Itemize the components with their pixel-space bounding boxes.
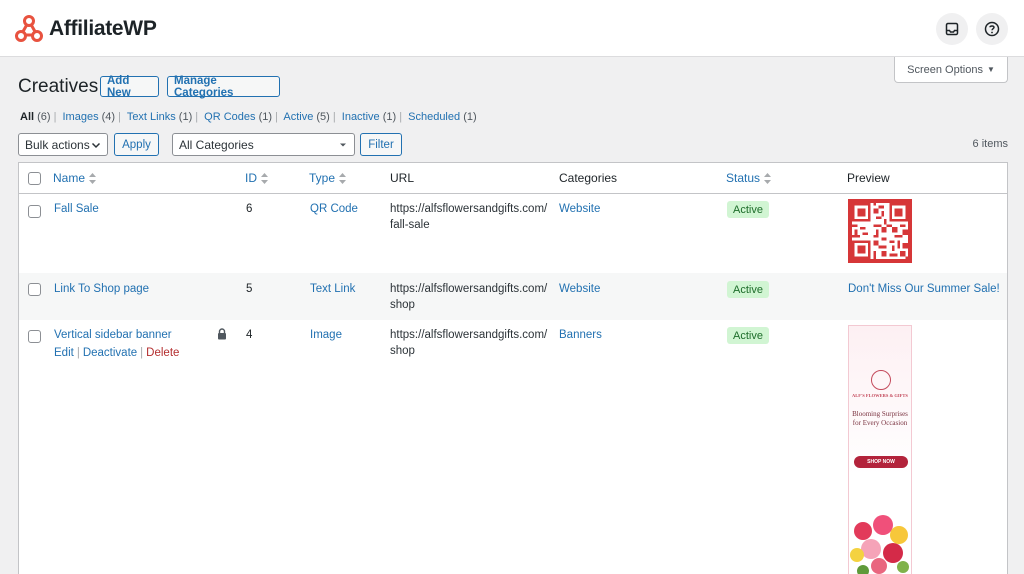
creative-name-link[interactable]: Fall Sale [54,201,99,217]
apply-button[interactable]: Apply [114,133,159,156]
qr-code-preview[interactable] [848,199,912,263]
creative-type-link[interactable]: Text Link [310,281,355,297]
status-badge: Active [727,281,769,298]
brand-name: AffiliateWP [49,17,157,40]
filter-scheduled[interactable]: Scheduled [408,111,460,123]
brand-logo[interactable]: AffiliateWP [15,14,157,44]
filter-text-links-count: (1) [178,111,193,123]
filter-active-count: (5) [316,111,330,123]
qr-code-icon [852,203,908,259]
creative-category-link[interactable]: Banners [559,327,602,343]
column-preview-header: Preview [847,171,890,185]
status-badge: Active [727,201,769,218]
column-name-header[interactable]: Name [53,171,97,185]
bulk-actions-value: Bulk actions [25,137,90,152]
filter-all-count: (6) [37,111,51,123]
banner-brand: ALF'S FLOWERS & GIFTS [852,393,908,398]
filter-button[interactable]: Filter [360,133,402,156]
sort-icon [764,172,772,184]
banner-shop-now: SHOP NOW [854,456,908,468]
row-actions: Edit | Deactivate | Delete [54,347,180,359]
bulk-actions-select[interactable]: Bulk actions [18,133,108,156]
row-checkbox[interactable] [28,330,41,343]
help-button[interactable] [976,13,1008,45]
filter-qr-codes[interactable]: QR Codes [204,111,255,123]
flower-seal-icon [871,370,891,390]
filter-images-count: (4) [101,111,116,123]
filter-inactive-count: (1) [382,111,397,123]
column-type-header[interactable]: Type [309,171,347,185]
delete-link[interactable]: Delete [146,347,179,359]
lock-icon [218,328,226,340]
categories-value: All Categories [179,137,254,152]
chevron-down-icon [340,143,346,147]
creative-type-link[interactable]: Image [310,327,342,343]
help-icon [984,21,1000,37]
column-status-label: Status [726,171,761,185]
creative-category-link[interactable]: Website [559,201,600,217]
creative-url: https://alfsflowersandgifts.com/fall-sal… [390,203,548,231]
inbox-button[interactable] [936,13,968,45]
filter-text-links[interactable]: Text Links [127,111,176,123]
column-name-label: Name [53,171,86,185]
manage-categories-button[interactable]: Manage Categories [167,75,280,99]
creative-id: 5 [246,283,253,295]
add-new-button[interactable]: Add New [100,75,159,99]
column-type-label: Type [309,171,336,185]
table-header: Name ID Type URL Categories Status Previ… [19,163,1007,194]
sort-icon [261,172,268,184]
table-row: Fall Sale 6 QR Code https://alfsflowersa… [19,195,1007,273]
banner-tagline: Blooming Surprises for Every Occasion [852,410,908,427]
column-url-header: URL [390,171,415,185]
categories-select[interactable]: All Categories [172,133,355,156]
filter-images[interactable]: Images [63,111,99,123]
column-status-header[interactable]: Status [726,171,772,185]
row-checkbox[interactable] [28,205,41,218]
creatives-table: Name ID Type URL Categories Status Previ… [18,162,1008,574]
table-row: Vertical sidebar banner Edit | Deactivate |… [19,320,1007,574]
inbox-icon [945,22,959,36]
creative-name-link[interactable]: Link To Shop page [54,281,149,297]
select-all-checkbox[interactable] [28,172,41,185]
creative-name-link[interactable]: Vertical sidebar banner [54,327,172,343]
filter-all[interactable]: All [20,111,34,123]
filter-scheduled-count: (1) [463,111,477,123]
column-id-header[interactable]: ID [245,171,268,185]
sort-icon [339,172,347,184]
column-categories-header: Categories [559,171,618,185]
filter-qr-codes-count: (1) [258,111,273,123]
column-id-label: ID [245,171,257,185]
banner-image-preview[interactable]: ALF'S FLOWERS & GIFTS Blooming Surprises… [848,325,912,574]
creative-url: https://alfsflowersandgifts.com/shop [390,329,548,357]
status-filter-links: All (6) | Images (4) | Text Links (1) | QR … [20,111,477,123]
filter-active[interactable]: Active [283,111,313,123]
creative-id: 6 [246,203,253,215]
text-link-preview[interactable]: Don't Miss Our Summer Sale! [848,281,1000,297]
row-checkbox[interactable] [28,283,41,296]
caret-down-icon: ▼ [986,65,995,74]
sort-icon [89,172,97,184]
filter-inactive[interactable]: Inactive [342,111,380,123]
chevron-down-icon [91,142,101,149]
creative-id: 4 [246,329,253,341]
screen-options-toggle[interactable]: Screen Options ▼ [894,57,1008,83]
screen-options-label: Screen Options [907,63,983,76]
flowers-bouquet-icon [850,515,909,574]
items-count: 6 items [972,138,1008,150]
creative-type-link[interactable]: QR Code [310,201,358,217]
edit-link[interactable]: Edit [54,347,74,359]
top-bar: AffiliateWP [0,0,1024,57]
status-badge: Active [727,327,769,344]
table-row: Link To Shop page 5 Text Link https://al… [19,273,1007,320]
deactivate-link[interactable]: Deactivate [83,347,137,359]
creative-category-link[interactable]: Website [559,281,600,297]
creative-url: https://alfsflowersandgifts.com/shop [390,283,548,311]
affiliatewp-logo-icon [15,15,43,42]
page-title: Creatives [18,76,99,97]
